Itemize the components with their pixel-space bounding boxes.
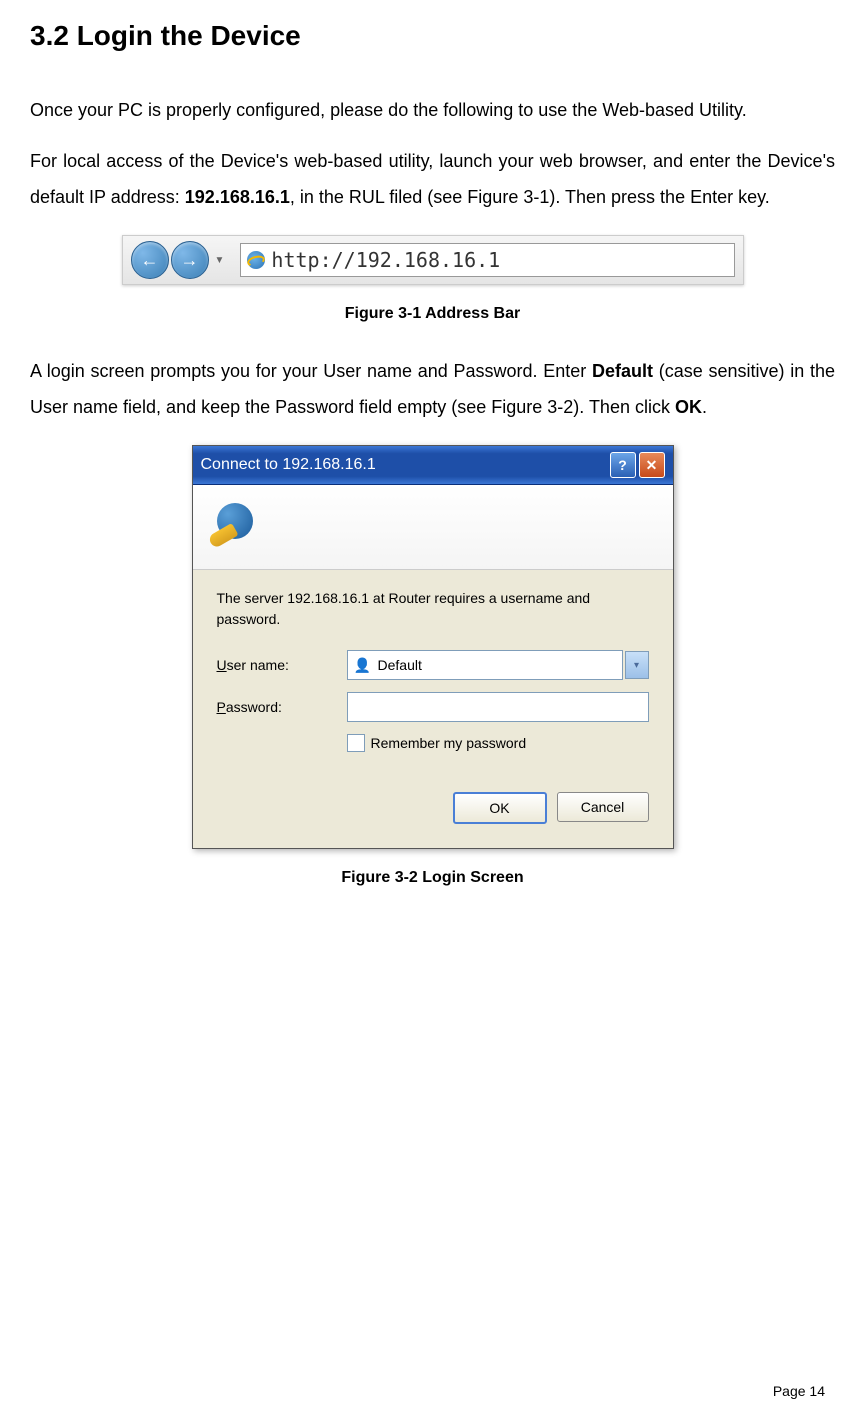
default-bold: Default [592,361,653,381]
para3-end: . [702,397,707,417]
close-button[interactable]: ✕ [639,452,665,478]
arrow-right-icon: → [181,250,199,271]
figure-caption-1: Figure 3-1 Address Bar [30,305,835,323]
para3-pre: A login screen prompts you for your User… [30,361,592,381]
close-icon: ✕ [646,457,658,474]
url-input[interactable]: http://192.168.16.1 [240,243,734,277]
chevron-down-icon: ▾ [634,660,639,671]
username-input[interactable]: 👤 Default [347,650,623,680]
username-dropdown[interactable]: ▾ [625,651,649,679]
para2-post: , in the RUL filed (see Figure 3-1). The… [290,187,770,207]
remember-label: Remember my password [371,735,527,751]
password-label: Password: [217,699,347,715]
figure-caption-2: Figure 3-2 Login Screen [30,869,835,887]
ie-icon [247,251,265,269]
arrow-left-icon: ← [141,250,159,271]
address-bar-figure: ← → ▼ http://192.168.16.1 [122,235,744,285]
dialog-titlebar: Connect to 192.168.16.1 ? ✕ [193,446,673,485]
ok-button[interactable]: OK [453,792,547,824]
section-heading: 3.2 Login the Device [30,20,835,52]
dropdown-arrow-icon[interactable]: ▼ [215,255,225,266]
dialog-title: Connect to 192.168.16.1 [201,456,376,474]
password-input[interactable] [347,692,649,722]
dialog-message: The server 192.168.16.1 at Router requir… [217,588,649,630]
paragraph-instruction-2: A login screen prompts you for your User… [30,353,835,425]
url-text: http://192.168.16.1 [271,248,500,272]
remember-checkbox[interactable] [347,734,365,752]
user-icon: 👤 [354,656,372,674]
page-number: Page 14 [773,1383,825,1399]
cancel-button[interactable]: Cancel [557,792,649,822]
help-icon: ? [618,457,627,473]
paragraph-intro: Once your PC is properly configured, ple… [30,92,835,128]
forward-button[interactable]: → [171,241,209,279]
back-button[interactable]: ← [131,241,169,279]
username-label: User name: [217,657,347,673]
ip-address: 192.168.16.1 [185,187,290,207]
key-icon [205,503,253,551]
ok-bold: OK [675,397,702,417]
help-button[interactable]: ? [610,452,636,478]
paragraph-instruction-1: For local access of the Device's web-bas… [30,143,835,215]
username-value: Default [378,657,422,673]
dialog-header [193,485,673,570]
login-dialog: Connect to 192.168.16.1 ? ✕ The server 1… [192,445,674,849]
